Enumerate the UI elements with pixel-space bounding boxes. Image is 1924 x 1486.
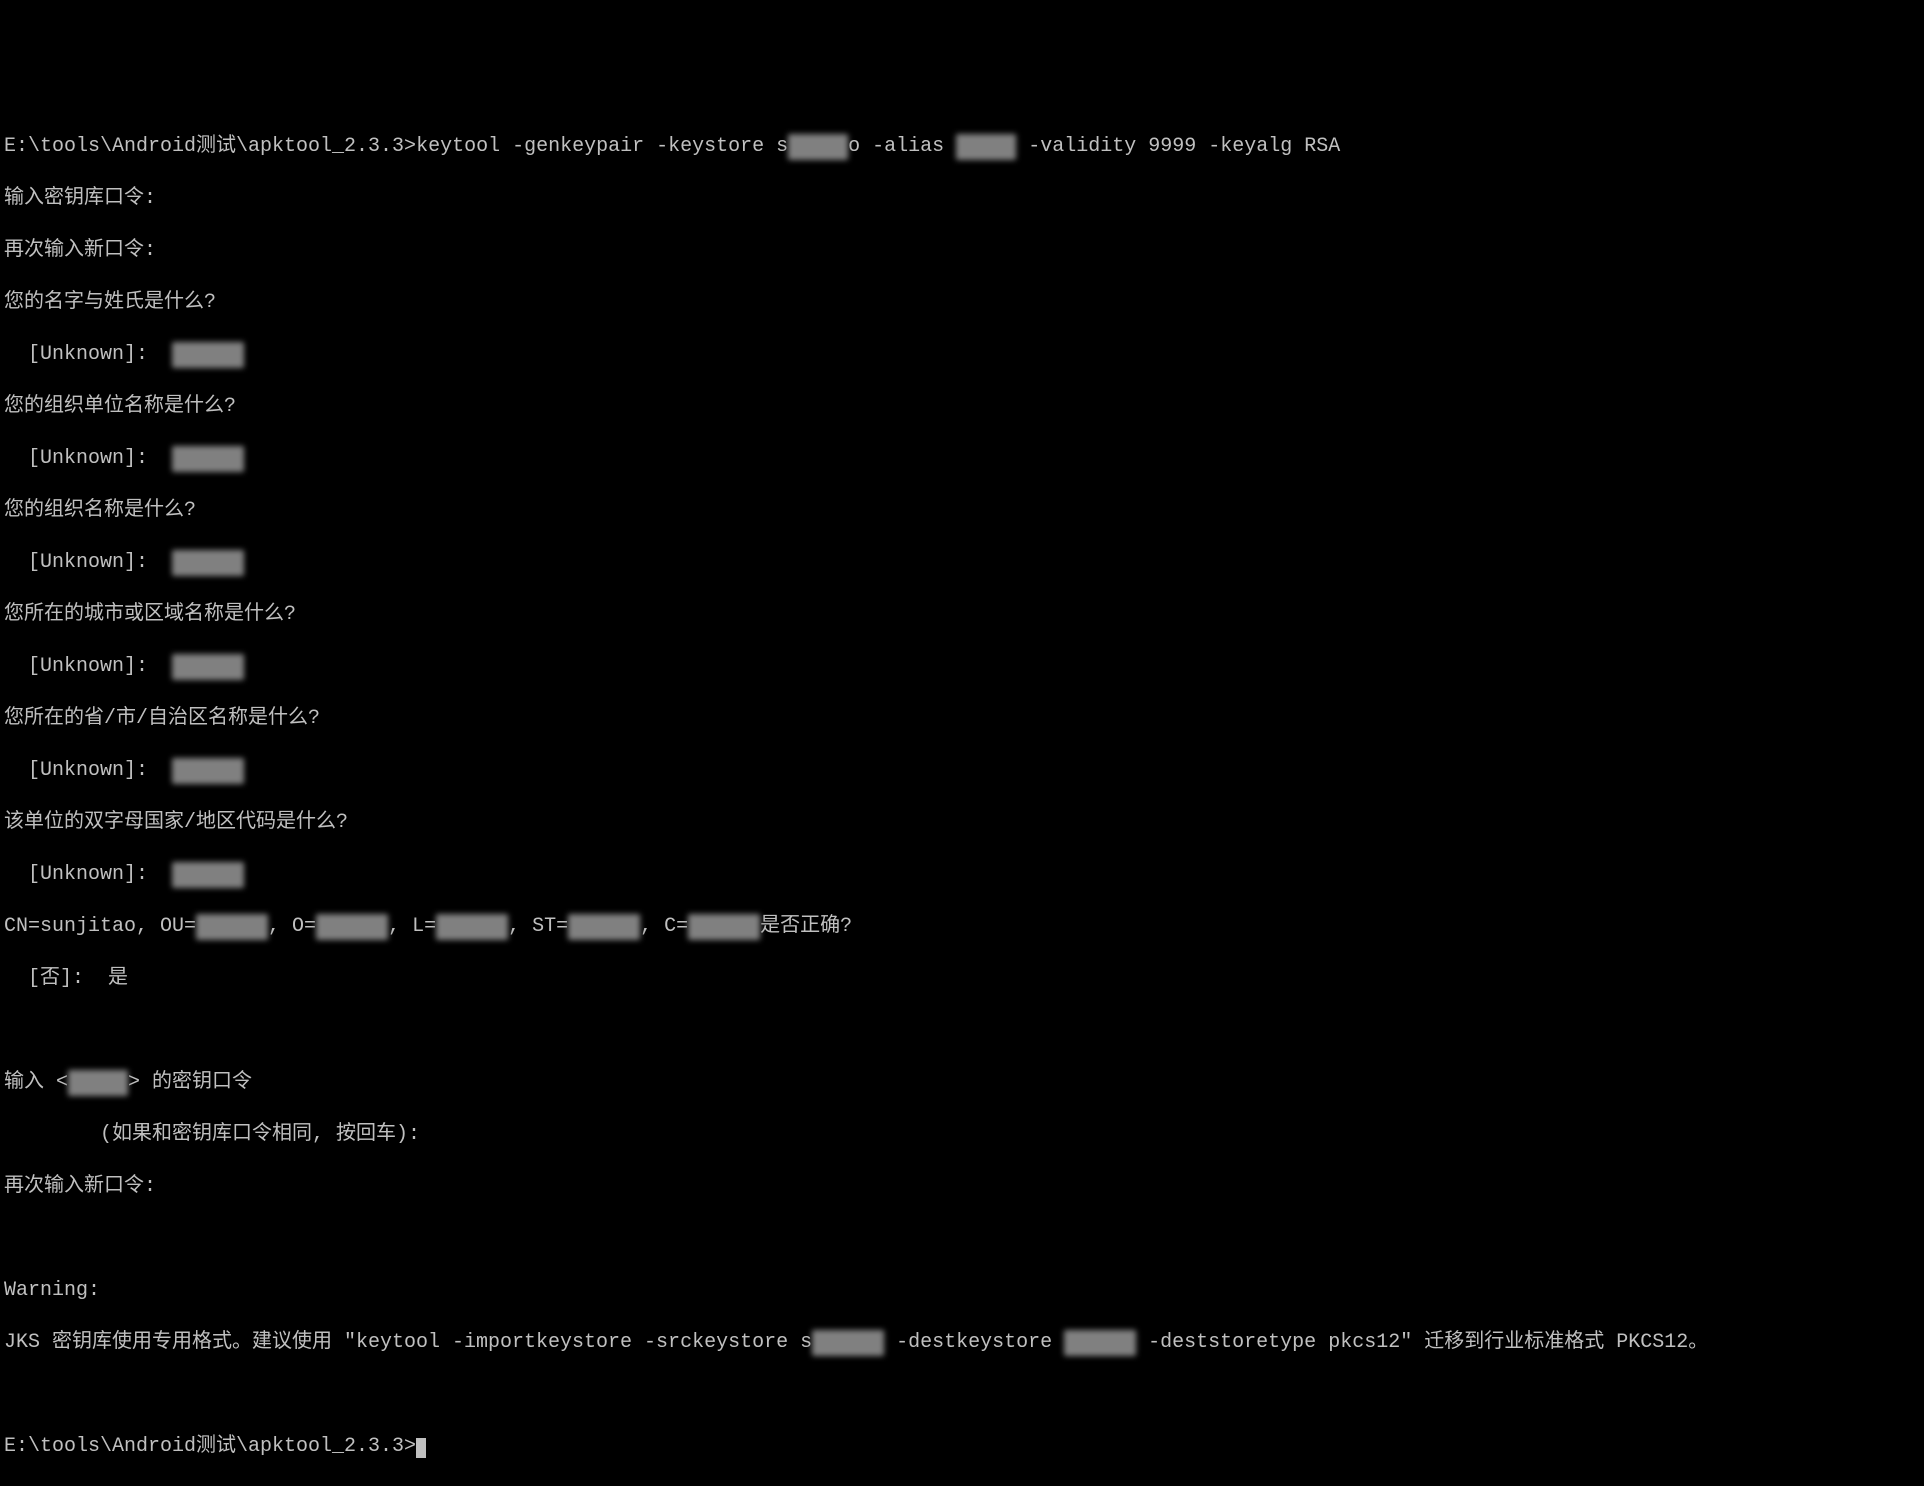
dn-cn: CN=sunjitao, OU= <box>4 915 196 938</box>
output-question-name: 您的名字与姓氏是什么? <box>4 290 1920 316</box>
output-reenter-new-pwd: 再次输入新口令: <box>4 1174 1920 1200</box>
prompt-path: E:\tools\Android测试\apktool_2.3.3> <box>4 1435 416 1458</box>
redacted-name-answer: ▓▓▓▓▓▓ <box>172 342 244 368</box>
prompt-path: E:\tools\Android测试\apktool_2.3.3> <box>4 135 416 158</box>
redacted-ou: ▓▓▓▓▓▓ <box>196 914 268 940</box>
unknown-prompt: [Unknown]: <box>4 551 172 574</box>
redacted-keystore-name: u▓▓▓▓ <box>788 134 848 160</box>
output-confirm-answer: [否]: 是 <box>4 966 1920 992</box>
dn-l-label: , L= <box>388 915 436 938</box>
redacted-l: ▓▓▓▓▓▓ <box>436 914 508 940</box>
redacted-state-answer: ▓▓▓▓▓▓ <box>172 758 244 784</box>
redacted-org-unit-answer: ▓▓▓▓▓▓ <box>172 446 244 472</box>
dn-st-label: , ST= <box>508 915 568 938</box>
output-keystore-password: 输入密钥库口令: <box>4 186 1920 212</box>
key-pwd-pre: 输入 < <box>4 1071 68 1094</box>
redacted-city-answer: ▓▓▓▓▓▓ <box>172 654 244 680</box>
redacted-dest-keystore: ▓▓▓▓▓▓ <box>1064 1330 1136 1356</box>
output-unknown-answer: [Unknown]: ▓▓▓▓▓▓ <box>4 342 1920 368</box>
output-unknown-answer: [Unknown]: ▓▓▓▓▓▓ <box>4 758 1920 784</box>
blank-line <box>4 1018 1920 1044</box>
redacted-alias: ▓▓▓▓▓ <box>68 1070 128 1096</box>
output-question-country: 该单位的双字母国家/地区代码是什么? <box>4 810 1920 836</box>
redacted-org-answer: ▓▓▓▓▓▓ <box>172 550 244 576</box>
output-unknown-answer: [Unknown]: ▓▓▓▓▓▓ <box>4 550 1920 576</box>
redacted-country-answer: ▓▓▓▓▓▓ <box>172 862 244 888</box>
output-key-password: 输入 <▓▓▓▓▓> 的密钥口令 <box>4 1070 1920 1096</box>
output-dn-confirm: CN=sunjitao, OU=▓▓▓▓▓▓, O=▓▓▓▓▓▓, L=▓▓▓▓… <box>4 914 1920 940</box>
output-unknown-answer: [Unknown]: ▓▓▓▓▓▓ <box>4 446 1920 472</box>
output-question-city: 您所在的城市或区域名称是什么? <box>4 602 1920 628</box>
terminal-window[interactable]: E:\tools\Android测试\apktool_2.3.3>keytool… <box>4 108 1920 1044</box>
output-warning-body: JKS 密钥库使用专用格式。建议使用 "keytool -importkeyst… <box>4 1330 1920 1356</box>
unknown-prompt: [Unknown]: <box>4 759 172 782</box>
blank-line <box>4 1382 1920 1408</box>
redacted-alias-name: ▓▓▓▓▓ <box>956 134 1016 160</box>
blank-line <box>4 1226 1920 1252</box>
output-reenter-password: 再次输入新口令: <box>4 238 1920 264</box>
unknown-prompt: [Unknown]: <box>4 863 172 886</box>
output-warning-label: Warning: <box>4 1278 1920 1304</box>
dn-c-label: , C= <box>640 915 688 938</box>
redacted-st: ▓▓▓▓▓▓ <box>568 914 640 940</box>
output-question-state: 您所在的省/市/自治区名称是什么? <box>4 706 1920 732</box>
unknown-prompt: [Unknown]: <box>4 655 172 678</box>
output-unknown-answer: [Unknown]: ▓▓▓▓▓▓ <box>4 654 1920 680</box>
command-line: E:\tools\Android测试\apktool_2.3.3>keytool… <box>4 134 1920 160</box>
redacted-c: ▓▓▓▓▓▓ <box>688 914 760 940</box>
warning-mid: -destkeystore <box>884 1331 1064 1354</box>
prompt-line: E:\tools\Android测试\apktool_2.3.3> <box>4 1434 1920 1460</box>
redacted-src-keystore: ▓▓▓▓▓▓ <box>812 1330 884 1356</box>
dn-o-label: , O= <box>268 915 316 938</box>
output-question-org-unit: 您的组织单位名称是什么? <box>4 394 1920 420</box>
warning-pre: JKS 密钥库使用专用格式。建议使用 "keytool -importkeyst… <box>4 1331 812 1354</box>
warning-post: -deststoretype pkcs12" 迁移到行业标准格式 PKCS12。 <box>1136 1331 1708 1354</box>
output-unknown-answer: [Unknown]: ▓▓▓▓▓▓ <box>4 862 1920 888</box>
dn-confirm-text: 是否正确? <box>760 915 852 938</box>
output-same-as-keystore: (如果和密钥库口令相同, 按回车): <box>4 1122 1920 1148</box>
command-text: keytool -genkeypair -keystore s <box>416 135 788 158</box>
command-text: o -alias <box>848 135 956 158</box>
key-pwd-post: > 的密钥口令 <box>128 1071 252 1094</box>
cursor-icon <box>416 1438 426 1458</box>
command-text: -validity 9999 -keyalg RSA <box>1016 135 1340 158</box>
unknown-prompt: [Unknown]: <box>4 343 172 366</box>
unknown-prompt: [Unknown]: <box>4 447 172 470</box>
output-question-org: 您的组织名称是什么? <box>4 498 1920 524</box>
redacted-o: ▓▓▓▓▓▓ <box>316 914 388 940</box>
